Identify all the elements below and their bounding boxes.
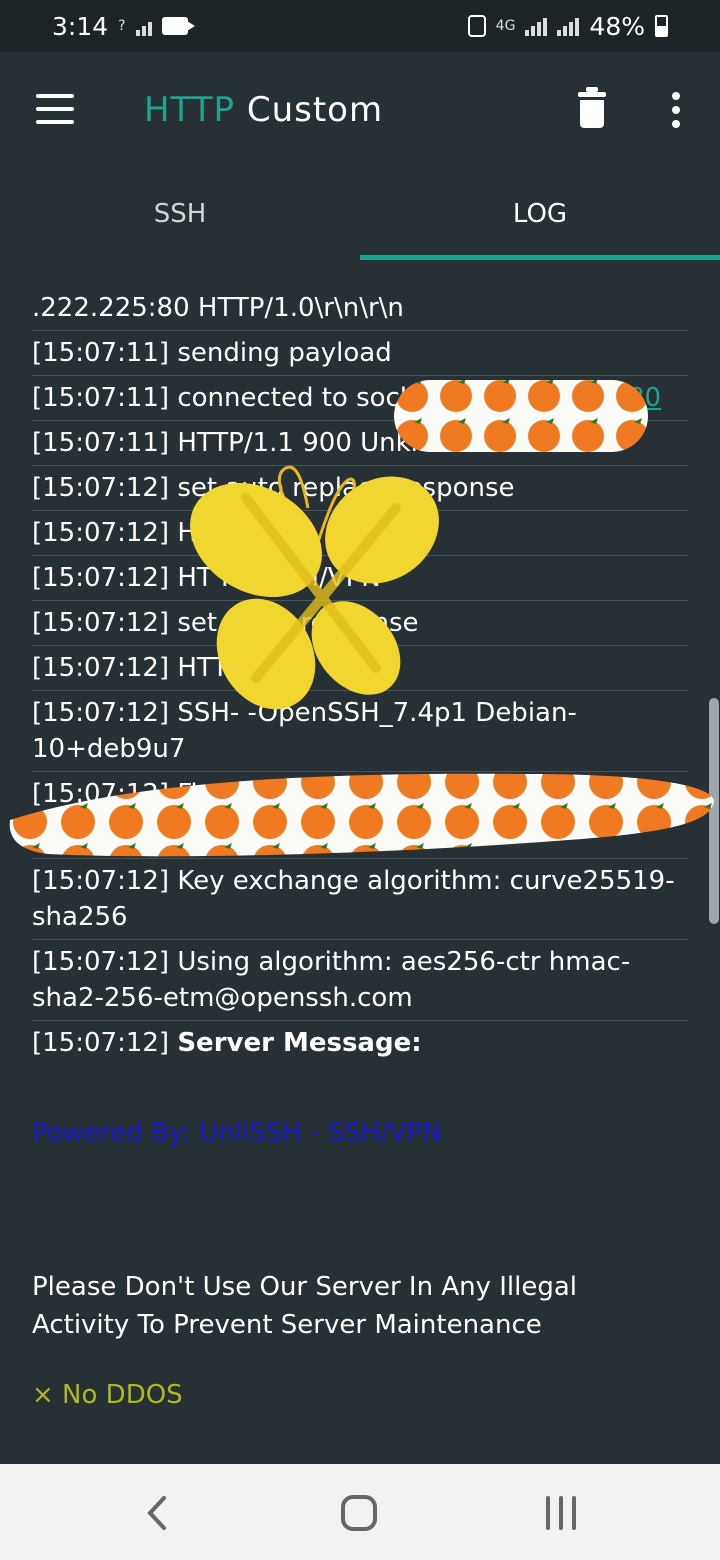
- system-nav-bar: [0, 1464, 720, 1560]
- log-entry-text: [15:07:11] connected to sock: [32, 383, 415, 413]
- scrollbar[interactable]: [709, 698, 719, 924]
- app-title-rest: Custom: [246, 90, 384, 130]
- log-entry: [15:07:12] set auto replace response: [32, 466, 688, 511]
- app-title-accent: HTTP: [144, 90, 236, 130]
- tab-bar: SSH LOG: [0, 182, 720, 260]
- signal-icon-2: [557, 16, 580, 36]
- server-message-label: Server Message:: [177, 1028, 422, 1058]
- log-entry: [15:07:12] Finger Print: [32, 772, 688, 859]
- menu-icon[interactable]: [36, 94, 76, 124]
- more-vert-icon[interactable]: [666, 90, 686, 130]
- log-entry: .222.225:80 HTTP/1.0\r\n\r\n: [32, 286, 688, 331]
- app-bar: HTTP Custom SSH LOG: [0, 52, 720, 260]
- no-ddos-rule: × No DDOS: [32, 1380, 183, 1410]
- powered-by-text: Powered By: UnliSSH - SSH/VPN: [32, 1118, 442, 1148]
- status-bar: 3:14 ? 4G 48%: [0, 0, 720, 52]
- tab-ssh[interactable]: SSH: [0, 182, 360, 260]
- log-entry: [15:07:11] connected to sock 80: [32, 376, 688, 421]
- log-entry: [15:07:11] HTTP/1.1 900 Unknown: [32, 421, 688, 466]
- log-entry: [15:07:12] set aut e response: [32, 601, 688, 646]
- home-icon[interactable]: [334, 1488, 384, 1538]
- wifi-call-icon: ?: [118, 18, 126, 34]
- trash-icon[interactable]: [572, 87, 612, 130]
- log-entry: [15:07:12] HTTP: [32, 646, 688, 691]
- signal-icon: [135, 16, 152, 36]
- network-type: 4G: [495, 18, 516, 34]
- server-notice: Please Don't Use Our Server In Any Illeg…: [32, 1272, 578, 1340]
- log-entry: [15:07:12] HT 1 200: [32, 511, 688, 556]
- battery-percent: 48%: [589, 11, 645, 41]
- log-entry-server-message: [15:07:12] Server Message:: [32, 1021, 688, 1065]
- tab-log[interactable]: LOG: [360, 182, 720, 260]
- app-title: HTTP Custom: [144, 90, 383, 130]
- back-icon[interactable]: [132, 1488, 182, 1538]
- log-entry: [15:07:12] Using algorithm: aes256-ctr h…: [32, 940, 688, 1021]
- status-time: 3:14: [52, 11, 109, 41]
- log-list: .222.225:80 HTTP/1.0\r\n\r\n [15:07:11] …: [32, 286, 688, 1065]
- signal-icon-1: [525, 16, 548, 36]
- lock-icon: [467, 15, 486, 37]
- server-message-time: [15:07:12]: [32, 1028, 170, 1058]
- log-entry: [15:07:11] sending payload: [32, 331, 688, 376]
- log-entry: [15:07:12] SSH- -OpenSSH_7.4p1 Debian-10…: [32, 691, 688, 772]
- log-entry: [15:07:12] Key exchange algorithm: curve…: [32, 859, 688, 940]
- recent-apps-icon[interactable]: [536, 1488, 586, 1538]
- log-entry: [15:07:12] HT H - SSH/VPN: [32, 556, 688, 601]
- log-link[interactable]: 80: [628, 380, 661, 416]
- video-call-icon: [161, 17, 195, 35]
- battery-icon: [655, 15, 668, 37]
